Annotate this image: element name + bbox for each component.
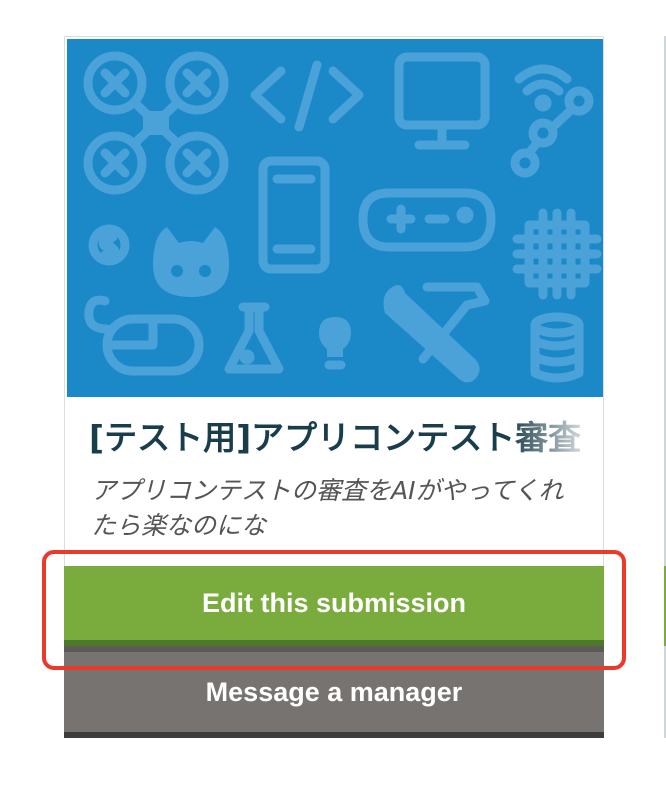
circuit-icon <box>510 86 594 178</box>
submission-title: [テスト用]アプリコンテスト審査 <box>89 415 599 461</box>
dollar-icon <box>88 224 130 266</box>
edit-submission-button[interactable]: Edit this submission <box>64 566 604 646</box>
chip-icon <box>512 208 602 300</box>
octocat-icon <box>153 227 229 297</box>
database-icon <box>530 312 584 383</box>
message-manager-button[interactable]: Message a manager <box>64 652 604 738</box>
tools-icon <box>383 282 490 383</box>
drone-icon <box>83 51 229 195</box>
title-fade <box>509 415 599 461</box>
smartphone-icon <box>258 156 330 274</box>
code-icon <box>250 60 364 132</box>
card-banner <box>67 39 603 397</box>
lightbulb-icon <box>319 317 351 370</box>
wifi-icon <box>514 64 572 112</box>
submission-description: アプリコンテストの審査をAIがやってくれたら楽なのにな <box>91 476 564 540</box>
mouse-icon <box>84 295 204 376</box>
gamepad-icon <box>358 188 496 252</box>
monitor-icon <box>394 52 490 150</box>
flask-icon <box>224 302 284 374</box>
